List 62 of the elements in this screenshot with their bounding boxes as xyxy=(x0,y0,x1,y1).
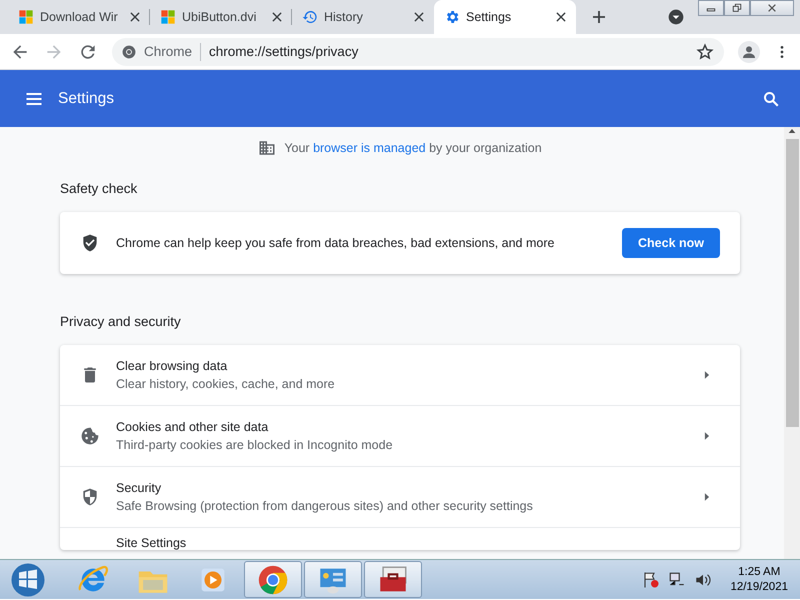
close-window-button[interactable] xyxy=(750,0,794,16)
tab-title: UbiButton.dvi xyxy=(182,10,258,24)
cookie-icon xyxy=(80,426,100,446)
row-title: Cookies and other site data xyxy=(116,420,270,434)
restore-button[interactable] xyxy=(724,0,750,16)
section-heading: Privacy and security xyxy=(60,314,182,329)
browser-tab[interactable]: Download Wir xyxy=(8,0,150,34)
person-icon xyxy=(741,44,757,60)
site-label: Chrome xyxy=(144,44,192,59)
row-subtitle: Clear history, cookies, cache, and more xyxy=(116,377,336,391)
tab-title: Download Wir xyxy=(40,10,119,24)
star-icon[interactable] xyxy=(696,42,714,60)
settings-row[interactable]: Site Settings xyxy=(60,527,740,550)
profile-button[interactable] xyxy=(738,40,760,62)
close-icon xyxy=(767,3,777,13)
browser-tab[interactable]: History xyxy=(292,0,434,34)
settings-row[interactable]: Clear browsing data Clear history, cookies, cache, and more xyxy=(60,345,740,405)
chrome-logo-icon xyxy=(122,44,136,58)
gear-icon xyxy=(444,9,460,25)
arrow-right-icon xyxy=(702,431,712,441)
arrow-right-icon xyxy=(702,370,712,380)
history-icon xyxy=(302,9,318,25)
building-icon xyxy=(258,139,276,157)
safety-check-text: Chrome can help keep you safe from data breaches, bad extensions, and more xyxy=(116,236,556,250)
row-subtitle: Safe Browsing (protection from dangerous sites) and other security settings xyxy=(116,499,534,513)
taskbar-app[interactable] xyxy=(364,561,422,598)
clock-date: 12/19/2021 xyxy=(730,581,788,593)
url-text: chrome://settings/privacy xyxy=(209,44,358,59)
close-icon[interactable] xyxy=(412,10,426,24)
tab-title: Settings xyxy=(466,10,512,24)
row-subtitle: Third-party cookies are blocked in Incognito mode xyxy=(116,438,394,452)
tab-search-icon[interactable] xyxy=(668,9,684,25)
search-icon[interactable] xyxy=(762,90,780,108)
section-heading: Safety check xyxy=(60,181,138,196)
check-now-button[interactable]: Check now xyxy=(622,228,720,258)
windows-logo-icon xyxy=(160,9,176,25)
settings-row[interactable]: Security Safe Browsing (protection from dangerous sites) and other security settings xyxy=(60,466,740,527)
row-title: Clear browsing data xyxy=(116,359,228,373)
windows-orb-icon xyxy=(10,562,46,598)
managed-notice: Your browser is managed by your organization xyxy=(284,141,542,155)
minimize-button[interactable] xyxy=(698,0,724,16)
settings-row[interactable]: Cookies and other site data Third-party cookies are blocked in Incognito mode xyxy=(60,405,740,466)
flag-icon[interactable] xyxy=(642,570,660,588)
tab-title: History xyxy=(324,10,364,24)
scrollbar[interactable] xyxy=(784,127,800,559)
taskbar-app[interactable] xyxy=(244,561,302,598)
clock[interactable]: 1:25 AM 12/19/2021 xyxy=(730,566,788,593)
new-tab-icon[interactable] xyxy=(590,8,608,26)
address-bar[interactable]: Chrome chrome://settings/privacy xyxy=(112,38,724,66)
close-icon[interactable] xyxy=(128,10,142,24)
close-icon[interactable] xyxy=(270,10,284,24)
arrow-right-icon xyxy=(702,492,712,502)
close-icon[interactable] xyxy=(554,10,568,24)
row-title: Security xyxy=(116,481,162,495)
row-title: Site Settings xyxy=(116,536,188,550)
browser-tab[interactable]: Settings xyxy=(434,0,576,34)
restore-icon xyxy=(732,3,742,13)
browser-tab[interactable]: UbiButton.dvi xyxy=(150,0,292,34)
managed-link[interactable]: browser is managed xyxy=(313,141,426,155)
clock-time: 1:25 AM xyxy=(738,566,780,578)
windows-logo-icon xyxy=(18,9,34,25)
page-title: Settings xyxy=(58,90,116,108)
